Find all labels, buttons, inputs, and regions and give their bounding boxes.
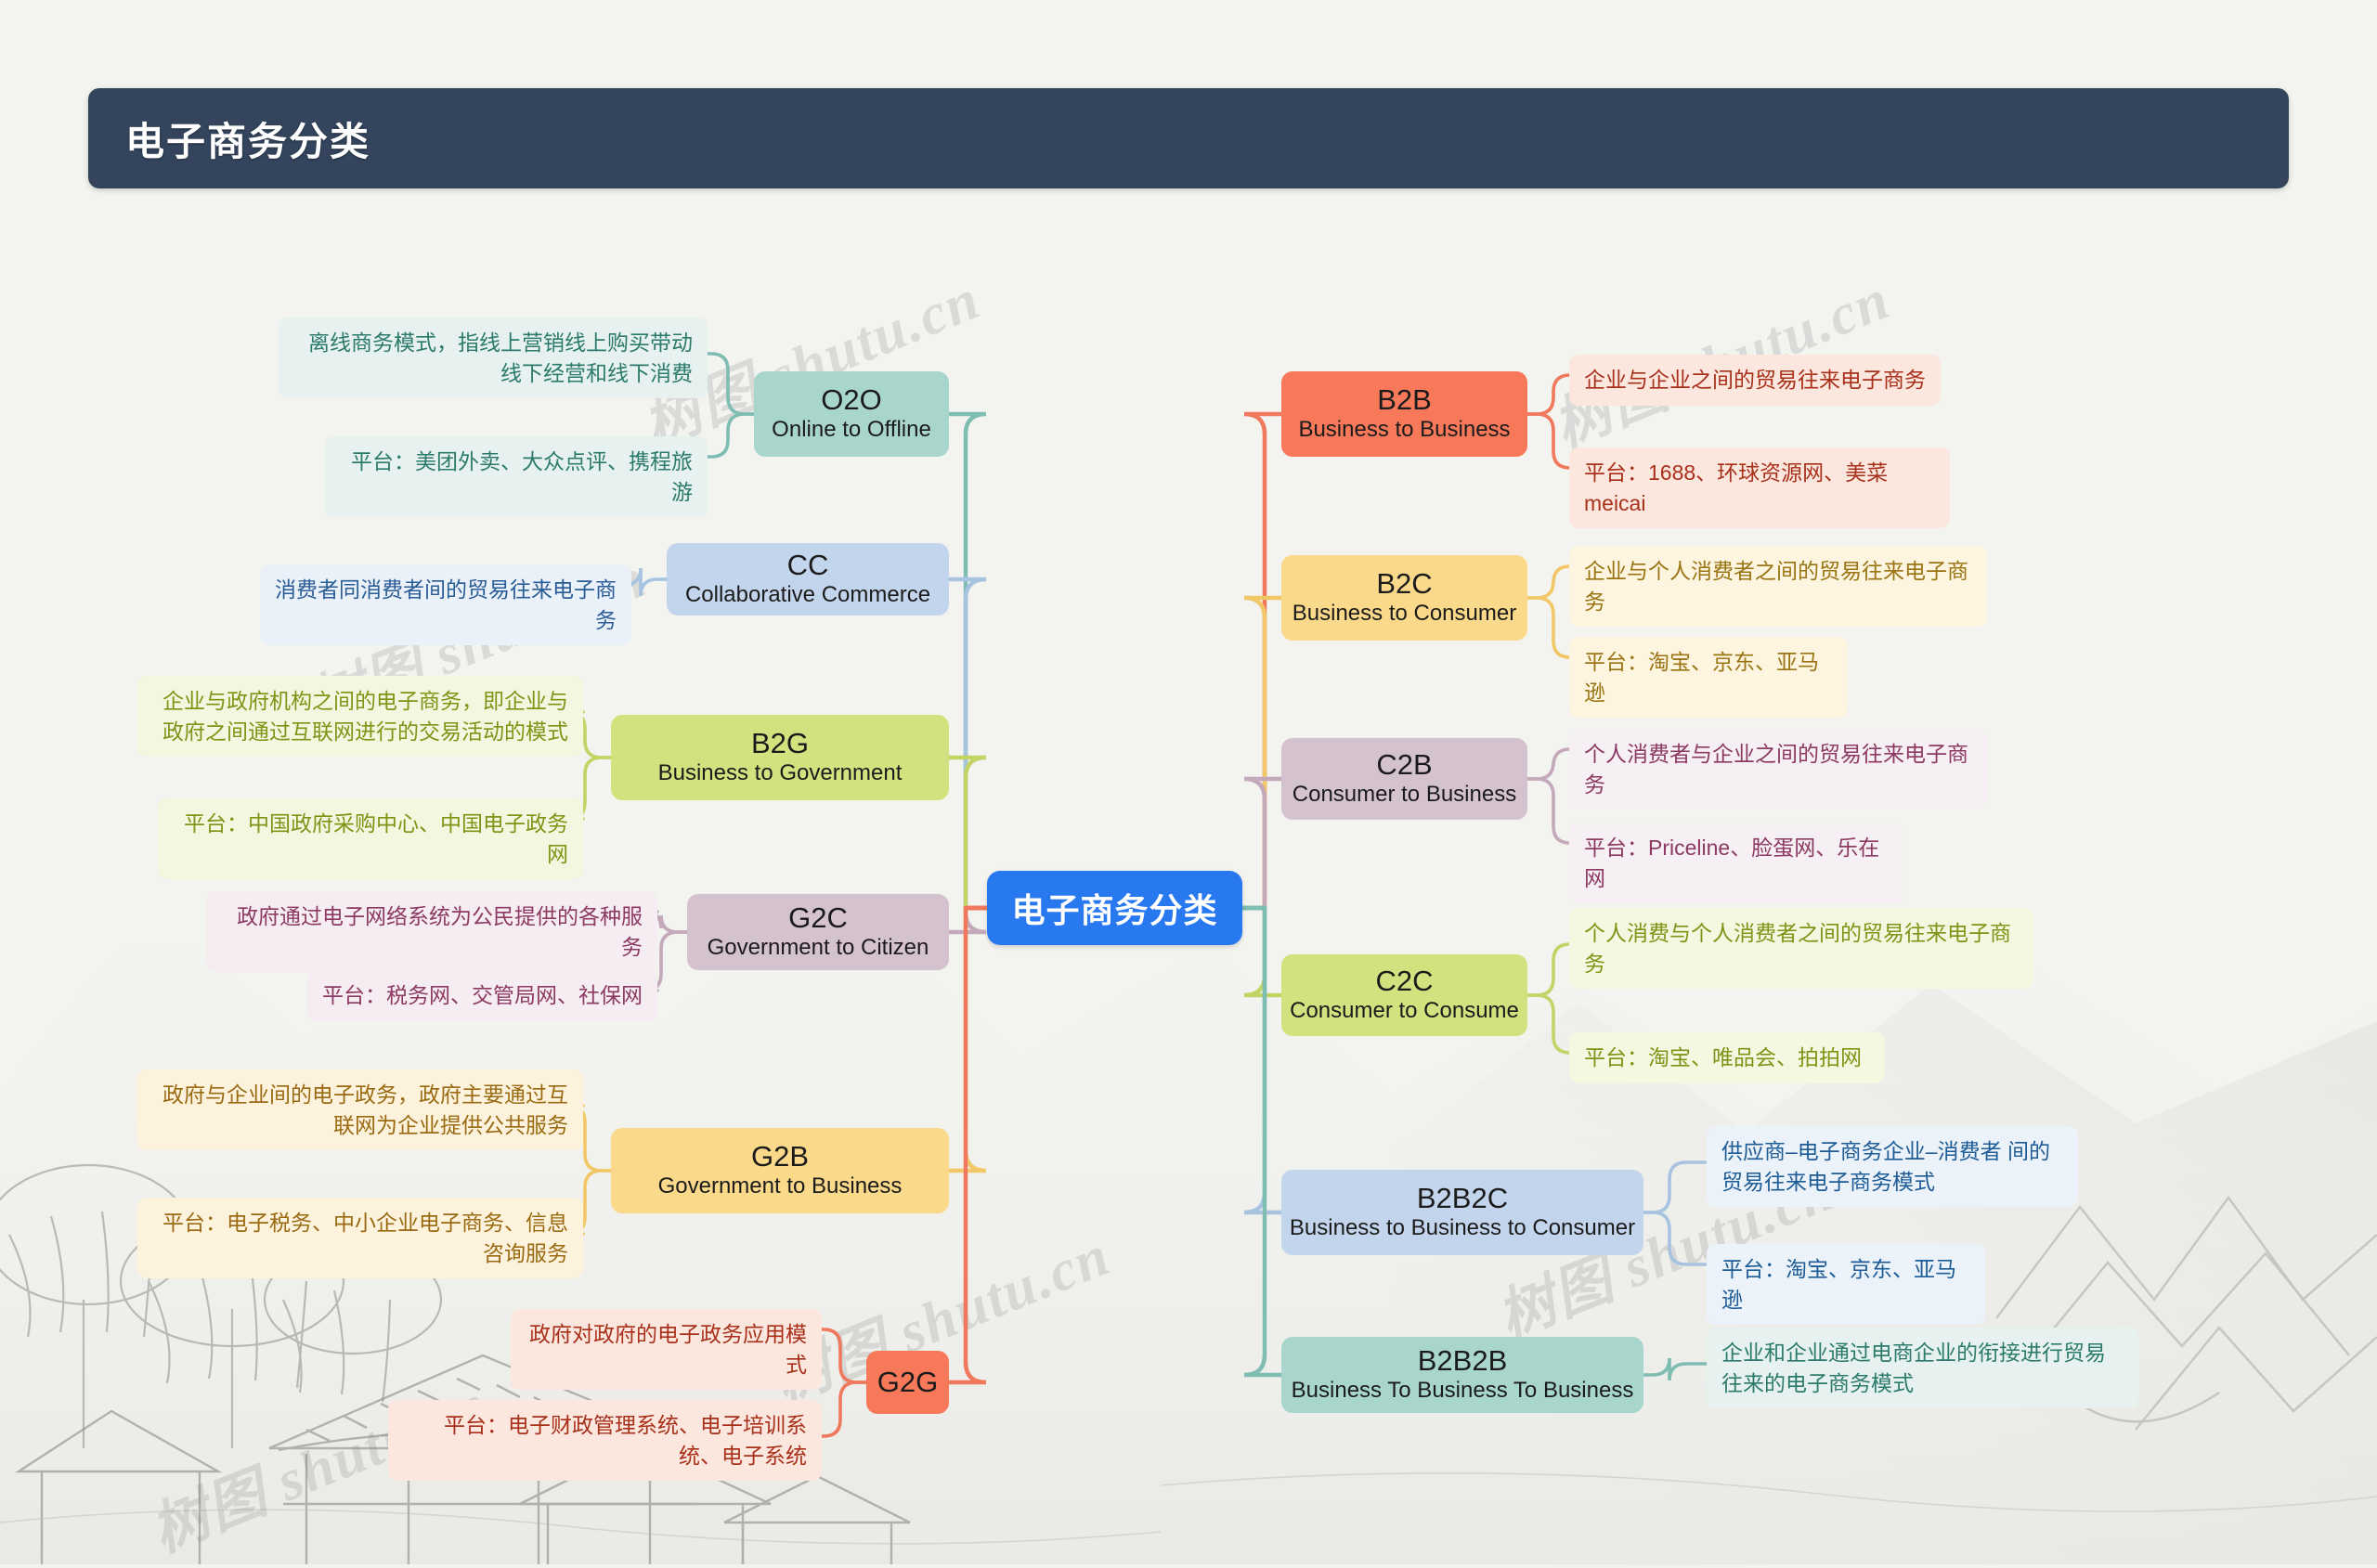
branch-leaf[interactable]: 企业与企业之间的贸易往来电子商务 [1569, 355, 1941, 406]
branch-leaf[interactable]: 政府通过电子网络系统为公民提供的各种服务 [206, 891, 657, 973]
branch-node-fullname: Consumer to Business [1292, 782, 1517, 808]
branch-leaf[interactable]: 平台：电子财政管理系统、电子培训系统、电子系统 [388, 1400, 822, 1482]
branch-node-code: B2C [1376, 567, 1433, 601]
branch-node-code: B2B2C [1416, 1182, 1509, 1215]
branch-leaf[interactable]: 平台：Priceline、脸蛋网、乐在网 [1569, 823, 1903, 904]
branch-node-fullname: Business To Business To Business [1291, 1378, 1634, 1404]
branch-node-fullname: Government to Business [657, 1173, 903, 1199]
branch-node-code: B2B [1377, 383, 1432, 417]
branch-node-b2g[interactable]: B2G Business to Government [611, 715, 949, 800]
branch-node-b2b2b[interactable]: B2B2B Business To Business To Business [1281, 1337, 1643, 1413]
branch-node-g2b[interactable]: G2B Government to Business [611, 1128, 949, 1213]
branch-node-code: C2B [1376, 748, 1433, 782]
branch-node-cc[interactable]: CC Collaborative Commerce [667, 543, 949, 616]
branch-node-c2c[interactable]: C2C Consumer to Consume [1281, 954, 1527, 1036]
branch-leaf[interactable]: 平台：电子税务、中小企业电子商务、信息咨询服务 [137, 1198, 583, 1279]
branch-node-g2c[interactable]: G2C Government to Citizen [687, 894, 949, 970]
branch-leaf[interactable]: 企业与个人消费者之间的贸易往来电子商务 [1569, 546, 1987, 628]
branch-leaf[interactable]: 个人消费者与企业之间的贸易往来电子商务 [1569, 729, 1987, 810]
branch-leaf[interactable]: 离线商务模式，指线上营销线上购买带动线下经营和线下消费 [279, 317, 708, 399]
branch-node-code: B2G [750, 727, 810, 760]
branch-leaf[interactable]: 平台：淘宝、京东、亚马逊 [1707, 1244, 1985, 1326]
branch-node-fullname: Collaborative Commerce [684, 582, 931, 608]
branch-node-code: C2C [1375, 965, 1434, 998]
page-header: 电子商务分类 [88, 88, 2289, 188]
root-node-label: 电子商务分类 [1011, 891, 1218, 929]
branch-node-fullname: Business to Consumer [1292, 601, 1517, 627]
branch-leaf[interactable]: 平台：税务网、交管局网、社保网 [306, 970, 657, 1021]
branch-leaf[interactable]: 企业和企业通过电商企业的衔接进行贸易往来的电子商务模式 [1707, 1328, 2138, 1409]
branch-node-b2c[interactable]: B2C Business to Consumer [1281, 555, 1527, 641]
branch-node-code: G2G [877, 1365, 939, 1398]
branch-leaf[interactable]: 平台：淘宝、京东、亚马逊 [1569, 637, 1848, 719]
branch-node-fullname: Online to Offline [772, 417, 931, 443]
mindmap-canvas: 电子商务分类 O2O Online to Offline 离线商务模式，指线上营销线… [0, 0, 2377, 1564]
page-title: 电子商务分类 [125, 119, 371, 163]
branch-node-fullname: Business to Government [657, 760, 903, 786]
branch-node-b2b[interactable]: B2B Business to Business [1281, 371, 1527, 457]
branch-node-b2b2c[interactable]: B2B2C Business to Business to Consumer [1281, 1170, 1643, 1255]
branch-node-fullname: Consumer to Consume [1290, 998, 1519, 1024]
branch-node-fullname: Government to Citizen [707, 935, 929, 961]
branch-leaf[interactable]: 平台：美团外卖、大众点评、携程旅游 [325, 436, 708, 518]
root-node[interactable]: 电子商务分类 [987, 871, 1242, 945]
branch-node-code: G2B [750, 1140, 810, 1173]
branch-leaf[interactable]: 政府对政府的电子政务应用模式 [511, 1309, 822, 1391]
branch-leaf[interactable]: 企业与政府机构之间的电子商务，即企业与政府之间通过互联网进行的交易活动的模式 [137, 676, 583, 758]
branch-leaf[interactable]: 平台：1688、环球资源网、美菜meicai [1569, 447, 1950, 529]
branch-node-o2o[interactable]: O2O Online to Offline [754, 371, 949, 457]
branch-leaf[interactable]: 政府与企业间的电子政务，政府主要通过互联网为企业提供公共服务 [137, 1069, 583, 1151]
branch-leaf[interactable]: 供应商–电子商务企业–消费者 间的贸易往来电子商务模式 [1707, 1126, 2078, 1208]
branch-node-fullname: Business to Business to Consumer [1289, 1215, 1636, 1241]
branch-node-code: O2O [821, 383, 882, 417]
branch-node-code: B2B2B [1417, 1344, 1508, 1378]
branch-leaf[interactable]: 个人消费与个人消费者之间的贸易往来电子商务 [1569, 908, 2033, 990]
branch-leaf[interactable]: 消费者同消费者间的贸易往来电子商务 [260, 564, 631, 646]
branch-node-g2g[interactable]: G2G [866, 1351, 949, 1414]
branch-node-code: CC [786, 549, 829, 582]
branch-leaf[interactable]: 平台：淘宝、唯品会、拍拍网 [1569, 1032, 1885, 1083]
branch-node-fullname: Business to Business [1298, 417, 1511, 443]
branch-leaf[interactable]: 平台：中国政府采购中心、中国电子政务网 [158, 798, 583, 880]
branch-node-code: G2C [788, 901, 848, 935]
branch-node-c2b[interactable]: C2B Consumer to Business [1281, 738, 1527, 820]
